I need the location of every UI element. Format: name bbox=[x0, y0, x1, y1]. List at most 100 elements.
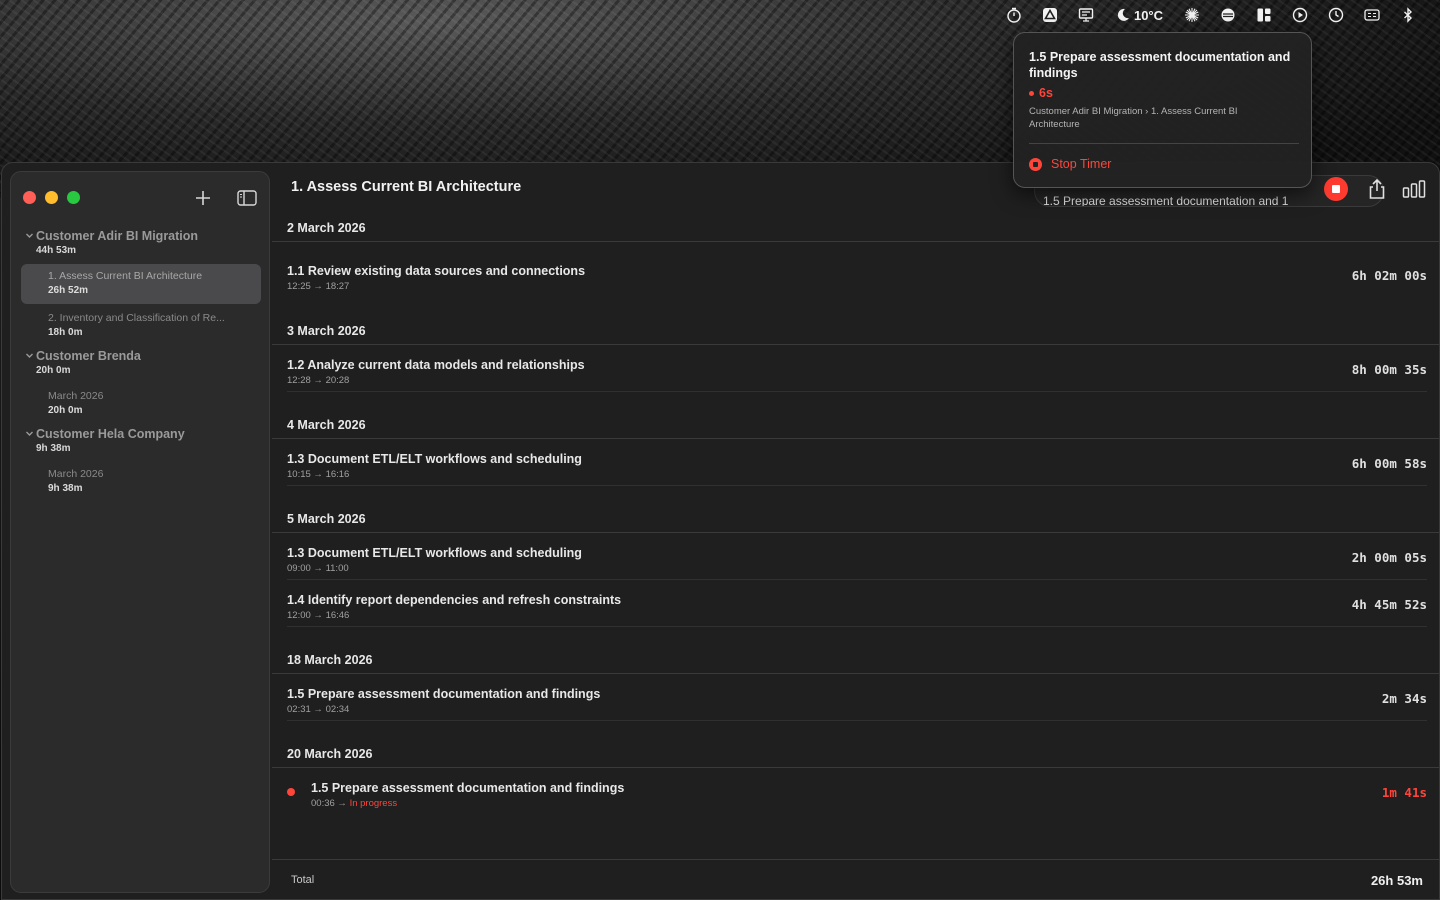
group-title: Customer Brenda bbox=[36, 349, 141, 363]
recording-dot bbox=[1029, 90, 1034, 96]
menu-app-icon[interactable] bbox=[1210, 0, 1246, 30]
entry-time-range: 00:36 → In progress bbox=[311, 798, 398, 809]
running-timer-label: 1.5 Prepare assessment documentation and… bbox=[1043, 194, 1289, 207]
total-label: Total bbox=[291, 874, 315, 886]
divider bbox=[1029, 143, 1299, 144]
sidebar-toggle-icon[interactable] bbox=[237, 190, 257, 206]
app-window: Customer Adir BI Migration 44h 53m 1. As… bbox=[1, 162, 1440, 900]
stop-timer-menu-item[interactable]: Stop Timer bbox=[1029, 157, 1111, 171]
main-content: 1. Assess Current BI Architecture 1.5 Pr… bbox=[272, 163, 1439, 899]
popover-elapsed: 6s bbox=[1029, 86, 1053, 100]
sidebar-item-time: 26h 52m bbox=[48, 285, 89, 296]
project-tree: Customer Adir BI Migration 44h 53m 1. As… bbox=[21, 228, 261, 504]
entry-time-range: 12:28 → 20:28 bbox=[287, 375, 350, 386]
group-title: Customer Adir BI Migration bbox=[36, 229, 199, 243]
entry-duration: 2h 00m 05s bbox=[1351, 550, 1427, 565]
stop-timer-button[interactable] bbox=[1324, 177, 1348, 201]
entry-duration: 6h 00m 58s bbox=[1351, 456, 1427, 471]
page-title: 1. Assess Current BI Architecture bbox=[291, 179, 522, 195]
sidebar-group-hela[interactable]: Customer Hela Company 9h 38m bbox=[21, 426, 261, 456]
entry-title: 1.1 Review existing data sources and con… bbox=[287, 264, 586, 278]
sparkle-icon[interactable] bbox=[1174, 0, 1210, 30]
group-time: 20h 0m bbox=[36, 365, 71, 376]
entry-time-range: 09:00 → 11:00 bbox=[287, 563, 349, 574]
time-entry-row[interactable]: 1.3 Document ETL/ELT workflows and sched… bbox=[287, 439, 1427, 486]
recording-indicator bbox=[287, 788, 295, 796]
chevron-down-icon[interactable] bbox=[25, 429, 34, 438]
day-header: 3 March 2026 bbox=[272, 318, 1439, 345]
drive-icon[interactable] bbox=[1032, 0, 1068, 30]
entry-title: 1.3 Document ETL/ELT workflows and sched… bbox=[287, 452, 582, 466]
sidebar-item-hela-march[interactable]: March 2026 9h 38m bbox=[21, 462, 261, 502]
time-entry-row[interactable]: 1.3 Document ETL/ELT workflows and sched… bbox=[287, 533, 1427, 580]
display-icon[interactable] bbox=[1068, 0, 1104, 30]
entry-duration: 2m 34s bbox=[1381, 691, 1427, 706]
stop-icon bbox=[1332, 185, 1340, 193]
stop-icon bbox=[1029, 157, 1042, 171]
entry-title: 1.2 Analyze current data models and rela… bbox=[287, 358, 585, 372]
entry-time-range: 12:25 → 18:27 bbox=[287, 281, 350, 292]
sidebar-item-brenda-march[interactable]: March 2026 20h 0m bbox=[21, 384, 261, 424]
entry-duration: 1m 41s bbox=[1381, 785, 1427, 800]
time-entry-row[interactable]: 1.4 Identify report dependencies and ref… bbox=[287, 580, 1427, 627]
sidebar-item-label: March 2026 bbox=[48, 390, 104, 402]
timer-popover: 1.5 Prepare assessment documentation and… bbox=[1013, 32, 1312, 188]
entry-title: 1.5 Prepare assessment documentation and… bbox=[311, 781, 625, 795]
bluetooth-icon[interactable] bbox=[1390, 0, 1426, 30]
day-header: 2 March 2026 bbox=[272, 215, 1439, 242]
weather-widget[interactable]: 10°C bbox=[1104, 0, 1174, 30]
entry-time-range: 02:31 → 02:34 bbox=[287, 704, 350, 715]
minimize-window-button[interactable] bbox=[45, 191, 58, 204]
cc-icon[interactable] bbox=[1354, 0, 1390, 30]
entry-title: 1.5 Prepare assessment documentation and… bbox=[287, 687, 601, 701]
running-time-entry-row[interactable]: 1.5 Prepare assessment documentation and… bbox=[287, 768, 1427, 815]
sidebar-group-adir[interactable]: Customer Adir BI Migration 44h 53m bbox=[21, 228, 261, 258]
entry-duration: 4h 45m 52s bbox=[1351, 597, 1427, 612]
total-footer: Total 26h 53m bbox=[272, 859, 1439, 899]
entry-title: 1.4 Identify report dependencies and ref… bbox=[287, 593, 622, 607]
day-header: 20 March 2026 bbox=[272, 741, 1439, 768]
day-header: 18 March 2026 bbox=[272, 647, 1439, 674]
weather-temperature: 10°C bbox=[1133, 7, 1164, 23]
chevron-down-icon[interactable] bbox=[25, 231, 34, 240]
sidebar-group-brenda[interactable]: Customer Brenda 20h 0m bbox=[21, 348, 261, 378]
sidebar-item-inventory[interactable]: 2. Inventory and Classification of Re...… bbox=[21, 306, 261, 346]
add-icon[interactable] bbox=[194, 189, 212, 207]
weather-moon-icon bbox=[1117, 8, 1129, 21]
total-value: 26h 53m bbox=[1370, 873, 1423, 888]
entry-duration: 8h 00m 35s bbox=[1351, 362, 1427, 377]
sidebar-item-assess-bi[interactable]: 1. Assess Current BI Architecture 26h 52… bbox=[21, 264, 261, 304]
day-header: 4 March 2026 bbox=[272, 412, 1439, 439]
play-circle-icon[interactable] bbox=[1282, 0, 1318, 30]
popover-breadcrumb: Customer Adir BI Migration › 1. Assess C… bbox=[1029, 106, 1238, 130]
entry-title: 1.3 Document ETL/ELT workflows and sched… bbox=[287, 546, 582, 560]
time-entry-row[interactable]: 1.1 Review existing data sources and con… bbox=[287, 251, 1427, 298]
menu-bar: 10°C bbox=[1000, 0, 1440, 30]
entry-duration: 6h 02m 00s bbox=[1351, 268, 1427, 283]
time-entry-row[interactable]: 1.5 Prepare assessment documentation and… bbox=[287, 674, 1427, 721]
group-time: 44h 53m bbox=[36, 245, 77, 256]
chevron-down-icon[interactable] bbox=[25, 351, 34, 360]
sidebar-item-label: 1. Assess Current BI Architecture bbox=[48, 270, 203, 282]
zoom-window-button[interactable] bbox=[67, 191, 80, 204]
close-window-button[interactable] bbox=[23, 191, 36, 204]
sidebar-item-time: 9h 38m bbox=[48, 483, 83, 494]
window-controls bbox=[23, 191, 80, 204]
sidebar-item-label: March 2026 bbox=[48, 468, 104, 480]
sidebar-item-label: 2. Inventory and Classification of Re... bbox=[48, 312, 225, 324]
clock-icon[interactable] bbox=[1318, 0, 1354, 30]
group-time: 9h 38m bbox=[36, 443, 71, 454]
time-entry-list: 2 March 2026 1.1 Review existing data so… bbox=[272, 215, 1439, 815]
entry-time-range: 10:15 → 16:16 bbox=[287, 469, 350, 480]
stop-timer-label: Stop Timer bbox=[1051, 157, 1112, 171]
group-title: Customer Hela Company bbox=[36, 427, 185, 441]
sidebar-item-time: 18h 0m bbox=[48, 327, 83, 338]
time-entry-row[interactable]: 1.2 Analyze current data models and rela… bbox=[287, 345, 1427, 392]
sidebar: Customer Adir BI Migration 44h 53m 1. As… bbox=[10, 171, 270, 893]
bar-chart-icon[interactable] bbox=[1402, 180, 1426, 198]
timer-icon[interactable] bbox=[996, 0, 1032, 30]
day-header: 5 March 2026 bbox=[272, 506, 1439, 533]
popover-task-title: 1.5 Prepare assessment documentation and… bbox=[1029, 50, 1291, 80]
share-icon[interactable] bbox=[1367, 178, 1387, 200]
layout-icon[interactable] bbox=[1246, 0, 1282, 30]
